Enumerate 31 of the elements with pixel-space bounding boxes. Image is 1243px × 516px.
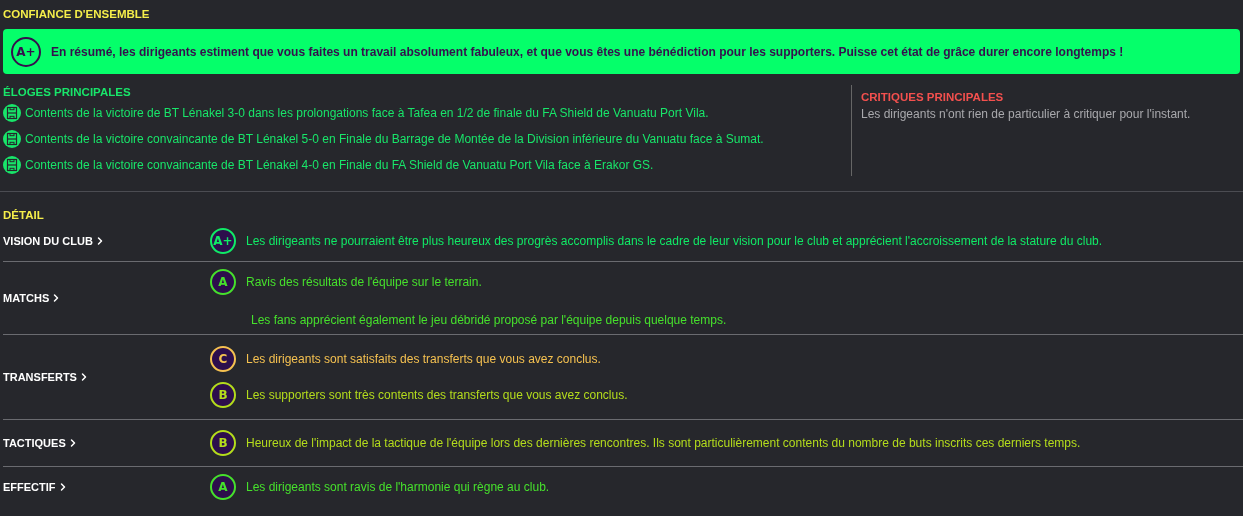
comment-text: Ravis des résultats de l'équipe sur le terrain. [246,275,482,289]
category-link[interactable]: EFFECTIF [3,481,69,493]
section-heading: CONFIANCE D'ENSEMBLE [3,7,151,22]
comment-text: Heureux de l'impact de la tactique de l'équipe lors des dernières rencontres. Ils sont particulièrement contents du nombre de buts inscrits ces derniers temps. [246,436,1081,450]
comment-text: Les dirigeants sont satisfaits des transferts que vous avez conclus. [246,352,601,366]
category-link[interactable]: MATCHS [3,292,63,304]
criticism-text: Les dirigeants n'ont rien de particulier à critiquer pour l'instant. [861,107,1192,121]
grade-badge: A+ [210,228,236,254]
category-link[interactable]: VISION DU CLUB [3,235,106,247]
category-link[interactable]: TACTIQUES [3,437,79,449]
praise-item: Contents de la victoire de BT Lénakel 3-0 dans les prolongations face à Tafea en 1/2 de finale du FA Shield de Vanuatu Port Vila. [25,106,709,120]
summary-text: En résumé, les dirigeants estiment que vous faites un travail absolument fabuleux, et que vous êtes une bénédiction pour les supporters. Puisse cet état de grâce durer encore longtemps ! [51,44,1124,59]
grade-badge: C [210,346,236,372]
pitch-icon [3,156,21,174]
section-heading: DÉTAIL [3,208,45,221]
grade-badge: A+ [11,36,41,67]
grade-badge: A [210,269,236,295]
category-link[interactable]: TRANSFERTS [3,371,90,383]
pitch-icon [3,130,21,148]
criticism-heading: CRITIQUES PRINCIPALES [861,90,1005,105]
praise-heading: ÉLOGES PRINCIPALES [3,86,132,100]
pitch-icon [3,104,21,122]
grade-badge: B [210,382,236,408]
comment-text: Les fans apprécient également le jeu débridé proposé par l'équipe depuis quelque temps. [251,313,727,327]
comment-text: Les supporters sont très contents des transferts que vous avez conclus. [246,388,628,402]
comment-text: Les dirigeants ne pourraient être plus heureux des progrès accomplis dans le cadre de leur vision pour le club et apprécient l'accroissement de la stature du club. [246,234,1103,248]
praise-item: Contents de la victoire convaincante de BT Lénakel 4-0 en Finale du FA Shield de Vanuatu Port Vila face à Erakor GS. [25,158,654,172]
grade-badge: A [210,474,236,500]
praise-item: Contents de la victoire convaincante de BT Lénakel 5-0 en Finale du Barrage de Montée de la Division inférieure du Vanuatu face à Sumat. [25,132,764,146]
grade-badge: B [210,430,236,456]
comment-text: Les dirigeants sont ravis de l'harmonie qui règne au club. [246,480,550,494]
